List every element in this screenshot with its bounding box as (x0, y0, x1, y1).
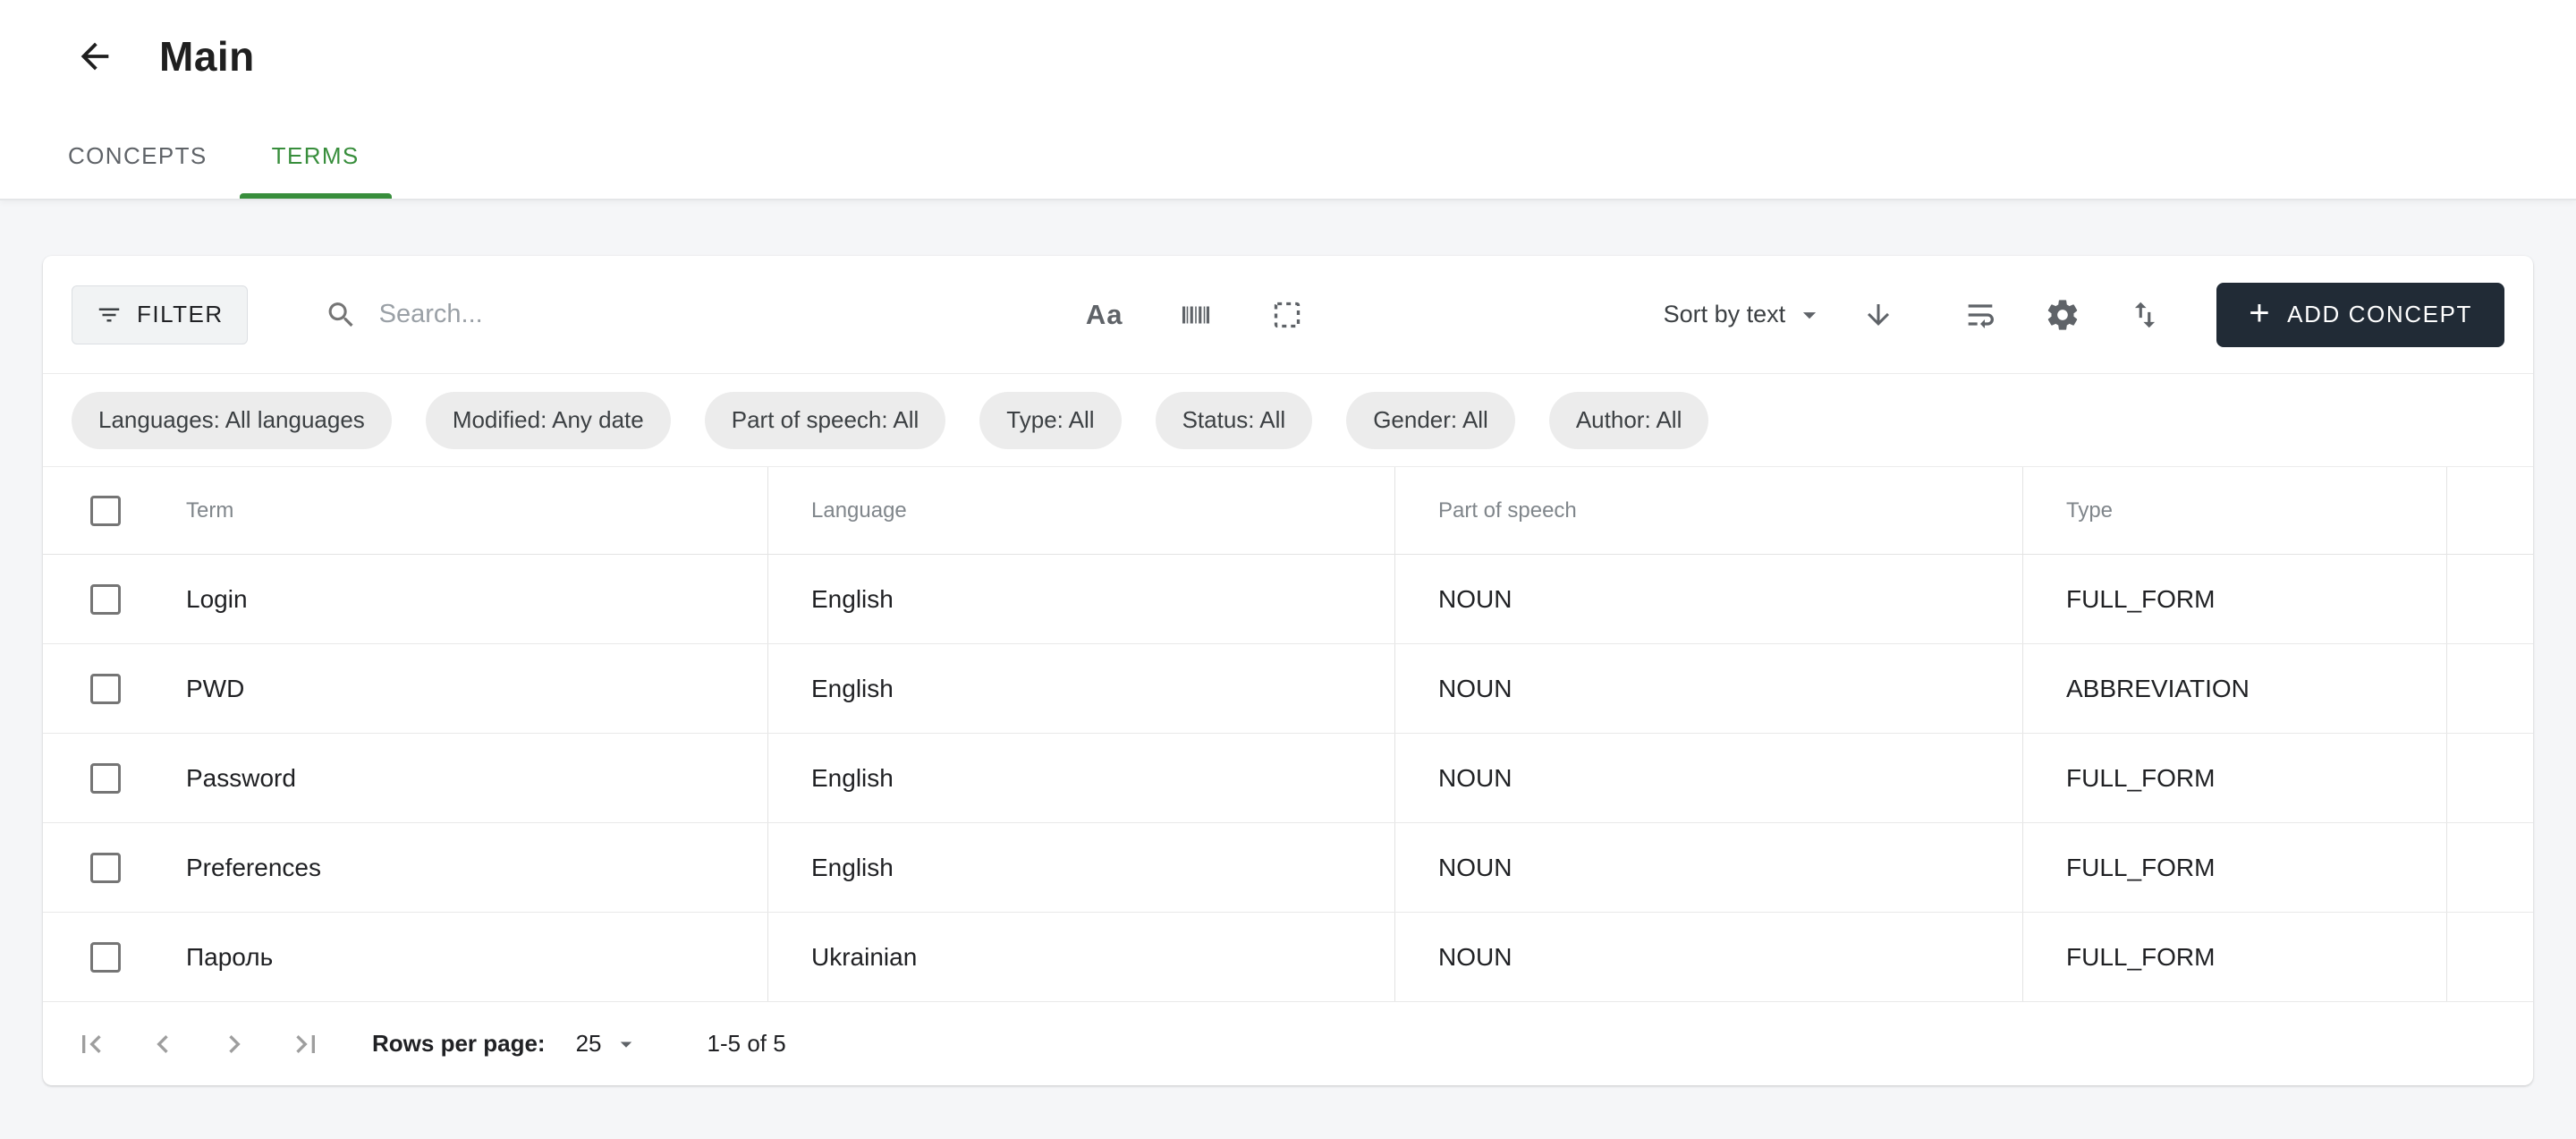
cell-type: FULL_FORM (2022, 555, 2446, 643)
back-button[interactable] (70, 31, 120, 81)
table-row[interactable]: Password English NOUN FULL_FORM (43, 734, 2533, 823)
chip-languages[interactable]: Languages: All languages (72, 392, 392, 449)
chip-status[interactable]: Status: All (1156, 392, 1313, 449)
chip-author[interactable]: Author: All (1549, 392, 1709, 449)
caret-down-icon (1794, 300, 1825, 330)
search-icon (325, 297, 358, 333)
toolbar: FILTER Aa Sort by tex (43, 256, 2533, 374)
view-option-icons (1961, 295, 2165, 335)
table-row[interactable]: PWD English NOUN ABBREVIATION (43, 644, 2533, 734)
empty-column (2446, 555, 2533, 643)
cell-part-of-speech: NOUN (1394, 644, 2022, 733)
terms-table: Term Language Part of speech Type Login … (43, 467, 2533, 1002)
cell-language: English (767, 644, 1394, 733)
match-case-icon[interactable]: Aa (1085, 295, 1124, 335)
column-header-type[interactable]: Type (2022, 467, 2446, 554)
pager-nav (72, 1024, 326, 1064)
row-checkbox[interactable] (90, 584, 121, 615)
pagination-range: 1-5 of 5 (708, 1030, 786, 1058)
rows-per-page-label: Rows per page: (372, 1030, 546, 1058)
cell-term: PWD (168, 644, 767, 733)
swap-vertical-icon[interactable] (2125, 295, 2165, 335)
page-title: Main (159, 32, 255, 81)
sort-direction-button[interactable] (1859, 295, 1898, 335)
row-checkbox[interactable] (90, 763, 121, 794)
next-page-button[interactable] (215, 1024, 254, 1064)
app: Main CONCEPTS TERMS FILTER Aa (0, 0, 2576, 1139)
gear-icon[interactable] (2043, 295, 2082, 335)
search-box (325, 297, 1058, 333)
cell-part-of-speech: NOUN (1394, 913, 2022, 1001)
filter-chip-row: Languages: All languages Modified: Any d… (43, 374, 2533, 467)
terms-card: FILTER Aa Sort by tex (43, 256, 2533, 1085)
arrow-downward-icon (1862, 299, 1894, 331)
title-row: Main (0, 0, 2576, 113)
chip-modified[interactable]: Modified: Any date (426, 392, 671, 449)
cell-term: Login (168, 555, 767, 643)
tab-terms[interactable]: TERMS (240, 113, 392, 199)
page-header: Main CONCEPTS TERMS (0, 0, 2576, 200)
empty-column (2446, 823, 2533, 912)
row-checkbox[interactable] (90, 674, 121, 704)
chip-type[interactable]: Type: All (979, 392, 1121, 449)
cell-language: English (767, 823, 1394, 912)
wrap-text-icon[interactable] (1961, 295, 2000, 335)
chip-gender[interactable]: Gender: All (1346, 392, 1515, 449)
cell-part-of-speech: NOUN (1394, 823, 2022, 912)
empty-column (2446, 467, 2533, 554)
cell-part-of-speech: NOUN (1394, 734, 2022, 822)
cell-language: Ukrainian (767, 913, 1394, 1001)
filter-button-label: FILTER (137, 301, 224, 328)
empty-column (2446, 644, 2533, 733)
column-header-term[interactable]: Term (168, 467, 767, 554)
first-page-icon (73, 1026, 109, 1062)
cell-type: FULL_FORM (2022, 913, 2446, 1001)
empty-column (2446, 913, 2533, 1001)
cell-term: Preferences (168, 823, 767, 912)
last-page-button[interactable] (286, 1024, 326, 1064)
barcode-icon[interactable] (1176, 295, 1216, 335)
row-checkbox[interactable] (90, 942, 121, 973)
cell-language: English (767, 734, 1394, 822)
pagination-bar: Rows per page: 25 1-5 of 5 (43, 1002, 2533, 1085)
cell-language: English (767, 555, 1394, 643)
sort-by-label: Sort by text (1664, 301, 1786, 328)
chevron-left-icon (145, 1026, 181, 1062)
table-header-row: Term Language Part of speech Type (43, 467, 2533, 555)
cell-type: FULL_FORM (2022, 734, 2446, 822)
arrow-left-icon (74, 36, 115, 77)
last-page-icon (288, 1026, 324, 1062)
table-row[interactable]: Preferences English NOUN FULL_FORM (43, 823, 2533, 913)
chip-part-of-speech[interactable]: Part of speech: All (705, 392, 946, 449)
content-area: FILTER Aa Sort by tex (0, 200, 2576, 1139)
tab-bar: CONCEPTS TERMS (0, 113, 2576, 199)
tab-concepts[interactable]: CONCEPTS (36, 113, 240, 199)
previous-page-button[interactable] (143, 1024, 182, 1064)
selection-area-icon[interactable] (1267, 295, 1307, 335)
cell-term: Пароль (168, 913, 767, 1001)
filter-button[interactable]: FILTER (72, 285, 248, 344)
select-all-checkbox[interactable] (90, 496, 121, 526)
empty-column (2446, 734, 2533, 822)
table-row[interactable]: Пароль Ukrainian NOUN FULL_FORM (43, 913, 2533, 1002)
rows-per-page-select[interactable]: 25 (576, 1030, 640, 1058)
search-input[interactable] (379, 300, 1058, 329)
column-header-language[interactable]: Language (767, 467, 1394, 554)
caret-down-icon (613, 1031, 640, 1058)
row-checkbox[interactable] (90, 853, 121, 883)
first-page-button[interactable] (72, 1024, 111, 1064)
cell-part-of-speech: NOUN (1394, 555, 2022, 643)
table-row[interactable]: Login English NOUN FULL_FORM (43, 555, 2533, 644)
chevron-right-icon (216, 1026, 252, 1062)
column-header-part-of-speech[interactable]: Part of speech (1394, 467, 2022, 554)
add-concept-button[interactable]: + ADD CONCEPT (2216, 283, 2504, 347)
filter-icon (96, 302, 123, 328)
add-concept-label: ADD CONCEPT (2287, 301, 2472, 328)
sort-by-select[interactable]: Sort by text (1664, 300, 1826, 330)
cell-term: Password (168, 734, 767, 822)
cell-type: ABBREVIATION (2022, 644, 2446, 733)
rows-per-page-value: 25 (576, 1030, 602, 1058)
cell-type: FULL_FORM (2022, 823, 2446, 912)
search-option-icons: Aa (1085, 295, 1307, 335)
